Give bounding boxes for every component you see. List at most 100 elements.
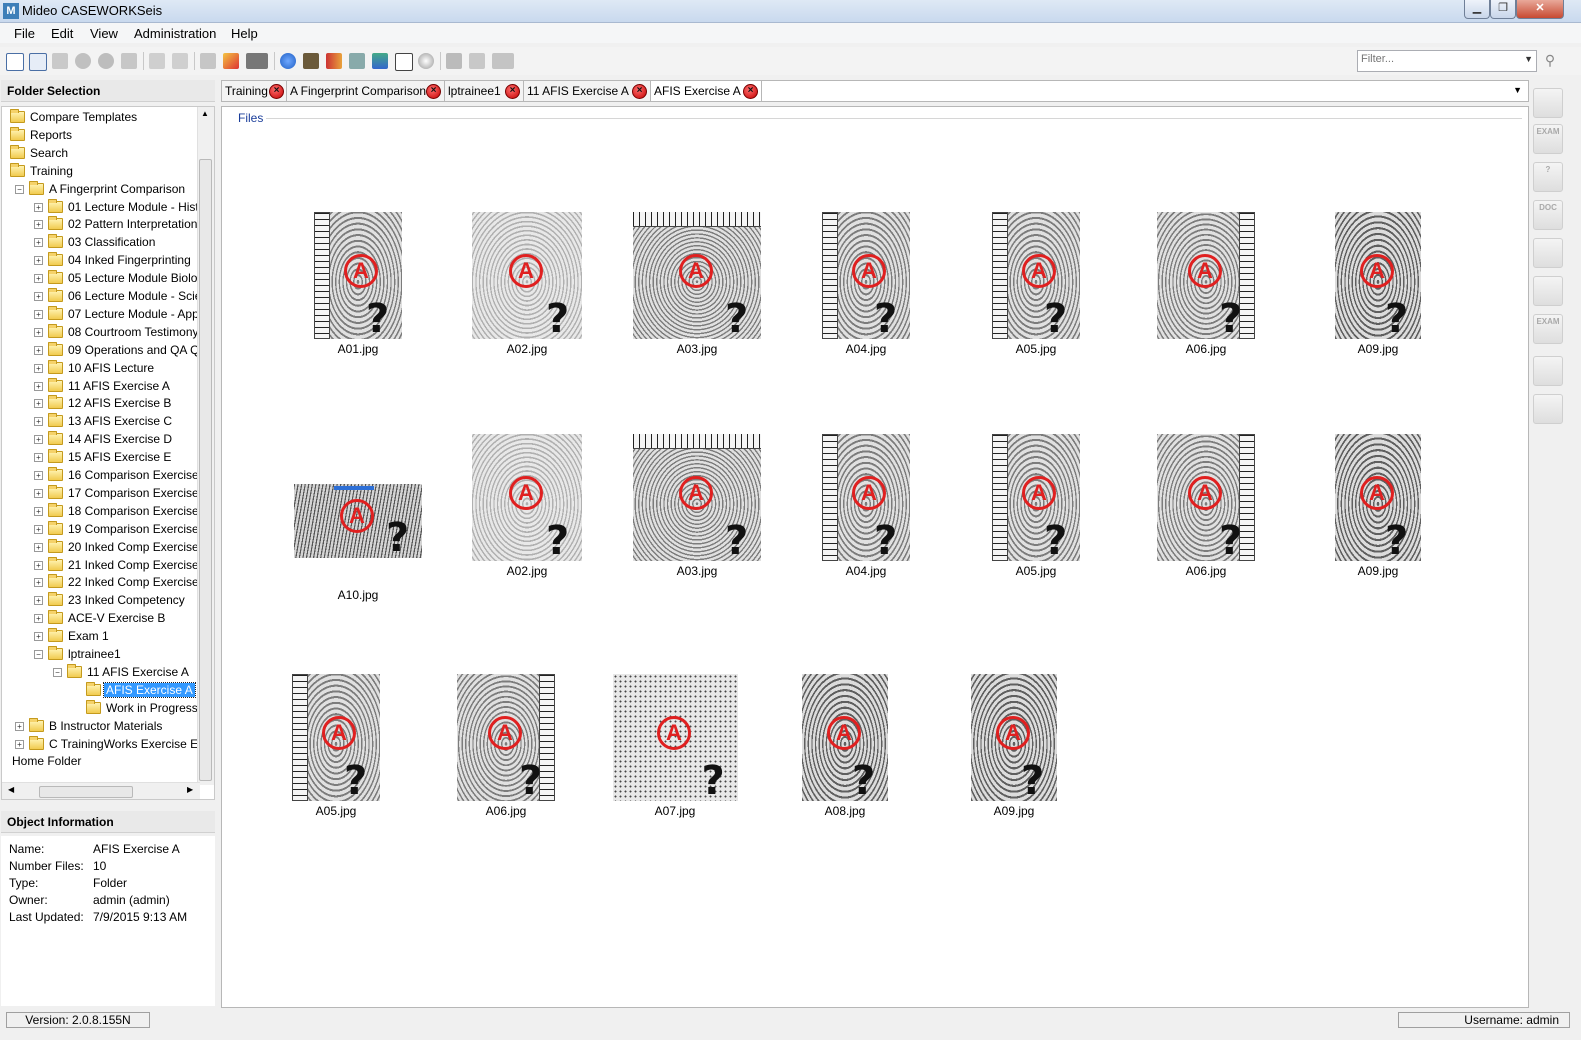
- note-icon[interactable]: [172, 53, 188, 69]
- expand-icon[interactable]: +: [34, 435, 43, 445]
- file-thumbnail[interactable]: A? A03.jpg: [633, 434, 761, 585]
- print-icon[interactable]: [200, 53, 216, 69]
- file-thumbnail[interactable]: A? A09.jpg: [1335, 434, 1421, 585]
- expand-icon[interactable]: +: [34, 327, 43, 337]
- file-thumbnail[interactable]: A? A08.jpg: [802, 674, 888, 825]
- expand-icon[interactable]: +: [15, 739, 24, 749]
- display-icon[interactable]: [246, 53, 268, 69]
- layers-icon[interactable]: [372, 53, 388, 69]
- close-tab-icon[interactable]: ×: [269, 84, 284, 99]
- disk-icon[interactable]: [75, 53, 91, 69]
- close-window-button[interactable]: ✕: [1516, 0, 1564, 19]
- menu-edit[interactable]: Edit: [51, 26, 73, 41]
- expand-icon[interactable]: +: [34, 632, 43, 642]
- close-tab-icon[interactable]: ×: [743, 84, 758, 99]
- expand-icon[interactable]: +: [34, 381, 43, 391]
- expand-icon[interactable]: +: [34, 274, 43, 284]
- new-icon[interactable]: [6, 53, 24, 71]
- expand-icon[interactable]: +: [34, 399, 43, 409]
- file-thumbnail[interactable]: A? A06.jpg: [1157, 434, 1255, 585]
- file-thumbnail[interactable]: A? A05.jpg: [992, 434, 1080, 585]
- file-thumbnail[interactable]: A? A02.jpg: [472, 434, 582, 585]
- stop-icon[interactable]: [98, 53, 114, 69]
- chart-icon[interactable]: [1533, 356, 1563, 386]
- expand-icon[interactable]: +: [34, 220, 43, 230]
- home-icon[interactable]: [303, 53, 319, 69]
- refresh-doc-icon[interactable]: [1533, 394, 1563, 424]
- expand-icon[interactable]: +: [34, 542, 43, 552]
- expand-icon[interactable]: +: [34, 256, 43, 266]
- user-search-icon[interactable]: ⚲: [1541, 52, 1559, 70]
- zoom-fit-icon[interactable]: [469, 53, 485, 69]
- file-thumbnail[interactable]: A? A05.jpg: [292, 674, 380, 825]
- expand-icon[interactable]: +: [34, 578, 43, 588]
- expand-icon[interactable]: +: [34, 614, 43, 624]
- doc-add-icon[interactable]: DOC: [1533, 200, 1563, 230]
- save-as-icon[interactable]: [29, 53, 47, 71]
- expand-icon[interactable]: +: [34, 506, 43, 516]
- file-thumbnail[interactable]: A? A01.jpg: [314, 212, 402, 363]
- refresh-icon[interactable]: [280, 53, 296, 69]
- expand-icon[interactable]: +: [34, 363, 43, 373]
- expand-icon[interactable]: +: [34, 471, 43, 480]
- blank-doc-icon[interactable]: [1533, 88, 1563, 118]
- expand-icon[interactable]: +: [34, 524, 43, 534]
- expand-icon[interactable]: +: [15, 721, 24, 731]
- scroll-right-icon[interactable]: ▶: [187, 785, 193, 794]
- chevron-down-icon[interactable]: ▼: [1524, 54, 1533, 64]
- exam-add-icon[interactable]: EXAM: [1533, 124, 1563, 154]
- file-thumbnail[interactable]: A? A04.jpg: [822, 434, 910, 585]
- file-thumbnail[interactable]: A? A04.jpg: [822, 212, 910, 363]
- menu-file[interactable]: File: [14, 26, 35, 41]
- open-folder-icon[interactable]: [52, 53, 68, 69]
- frame-icon[interactable]: [395, 53, 413, 71]
- collapse-icon[interactable]: −: [53, 667, 62, 677]
- exam-remove-icon[interactable]: EXAM: [1533, 314, 1563, 344]
- folder-tree[interactable]: Compare Templates Reports Search Training − A…: [1, 106, 215, 800]
- menu-help[interactable]: Help: [231, 26, 258, 41]
- tree-horizontal-scrollbar[interactable]: ◀ ▶: [2, 782, 200, 799]
- tab-training[interactable]: Training ×: [222, 81, 287, 101]
- tab-lptrainee1[interactable]: lptrainee1 ×: [445, 81, 524, 101]
- collapse-icon[interactable]: −: [34, 650, 43, 659]
- file-thumbnail[interactable]: A? A09.jpg: [1335, 212, 1421, 363]
- expand-icon[interactable]: +: [34, 596, 43, 606]
- file-thumbnail[interactable]: A? A02.jpg: [472, 212, 582, 363]
- restore-button[interactable]: ❐: [1490, 0, 1516, 19]
- edit-icon[interactable]: [149, 53, 165, 69]
- books-icon[interactable]: [326, 53, 342, 69]
- next-icon[interactable]: [492, 53, 514, 69]
- folder-add-icon[interactable]: [1533, 238, 1563, 268]
- close-tab-icon[interactable]: ×: [426, 84, 441, 99]
- tree-vertical-scroll-thumb[interactable]: [199, 159, 212, 781]
- filter-combobox[interactable]: ▼: [1357, 50, 1537, 72]
- expand-icon[interactable]: +: [34, 345, 43, 355]
- play-icon[interactable]: [446, 53, 462, 69]
- tree-horizontal-scroll-thumb[interactable]: [39, 786, 133, 798]
- menu-view[interactable]: View: [90, 26, 118, 41]
- person-icon[interactable]: [349, 53, 365, 69]
- tree-vertical-scrollbar[interactable]: ▲: [197, 107, 214, 785]
- wrench-icon[interactable]: [121, 53, 137, 69]
- file-thumbnail[interactable]: A? A06.jpg: [457, 674, 555, 825]
- expand-icon[interactable]: +: [34, 202, 43, 212]
- expand-icon[interactable]: +: [34, 417, 43, 427]
- tab-list-dropdown-icon[interactable]: ▼: [1513, 85, 1522, 95]
- expand-icon[interactable]: +: [34, 488, 43, 498]
- expand-icon[interactable]: +: [34, 292, 43, 301]
- minimize-button[interactable]: ▁: [1464, 0, 1490, 19]
- expand-icon[interactable]: +: [34, 238, 43, 248]
- expand-icon[interactable]: +: [34, 309, 43, 319]
- expand-icon[interactable]: +: [34, 453, 43, 463]
- file-thumbnail[interactable]: A? A03.jpg: [633, 212, 761, 363]
- close-tab-icon[interactable]: ×: [505, 84, 520, 99]
- file-thumbnail[interactable]: A? A07.jpg: [612, 674, 738, 825]
- collapse-icon[interactable]: −: [15, 184, 24, 194]
- scroll-left-icon[interactable]: ◀: [8, 785, 14, 794]
- tab-a-fingerprint-comparison[interactable]: A Fingerprint Comparison ×: [287, 81, 445, 101]
- wizard-icon[interactable]: [223, 53, 239, 69]
- magnify-icon[interactable]: [418, 53, 434, 69]
- scroll-up-icon[interactable]: ▲: [201, 109, 209, 118]
- filter-input[interactable]: [1361, 53, 1511, 65]
- file-thumbnail[interactable]: A? A10.jpg: [294, 484, 422, 608]
